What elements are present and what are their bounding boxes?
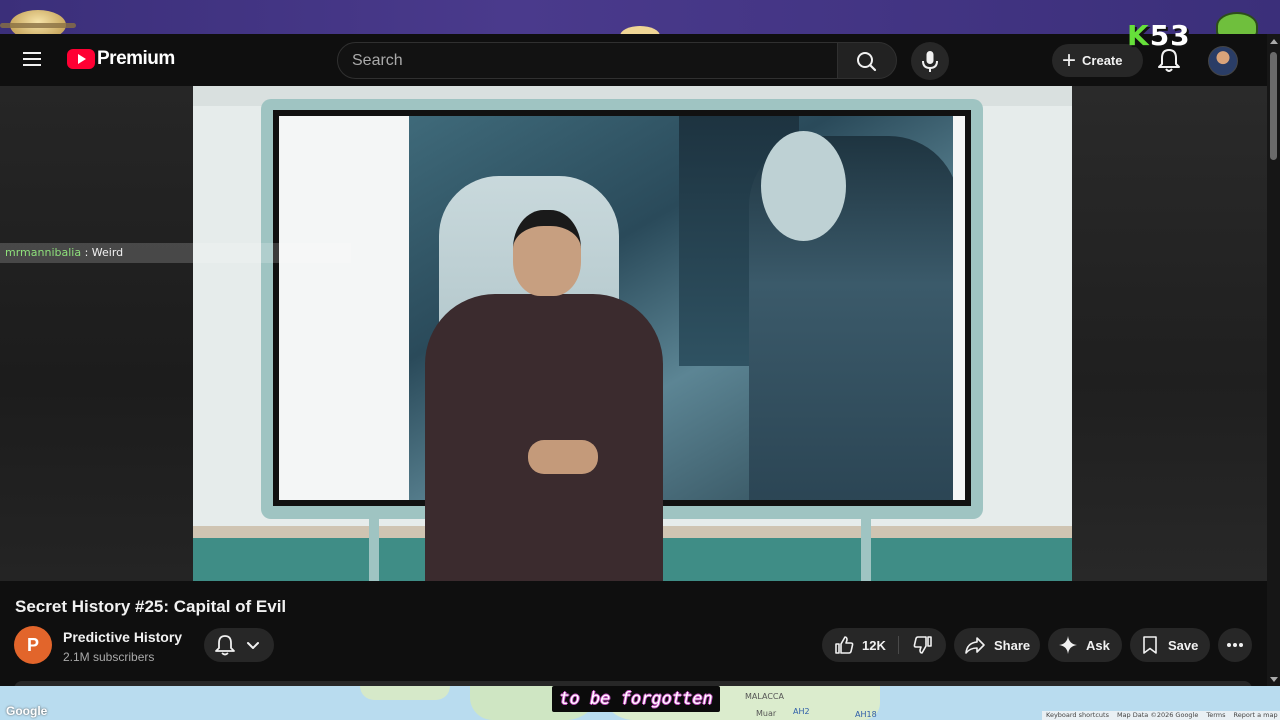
logo-text: Premium bbox=[97, 48, 175, 69]
app-root: Premium + Create bbox=[0, 0, 1280, 720]
more-actions-button[interactable] bbox=[1218, 628, 1252, 662]
chat-message: mrmannibalia : Weird bbox=[0, 243, 351, 263]
share-label: Share bbox=[994, 637, 1031, 653]
score-number: 53 bbox=[1149, 19, 1191, 52]
ask-label: Ask bbox=[1086, 637, 1110, 653]
thumbs-down-icon bbox=[913, 636, 932, 654]
stream-banner bbox=[0, 0, 1280, 46]
map-road-label: AH18 bbox=[855, 710, 877, 719]
map-road-label: AH2 bbox=[793, 707, 810, 716]
search-input[interactable] bbox=[352, 51, 822, 71]
subscription-bell-button[interactable] bbox=[204, 628, 274, 662]
ask-button[interactable]: Ask bbox=[1048, 628, 1122, 662]
save-label: Save bbox=[1168, 637, 1199, 653]
bookmark-icon bbox=[1143, 636, 1157, 654]
map-footer-link[interactable]: Keyboard shortcuts bbox=[1046, 711, 1109, 720]
search-button[interactable] bbox=[837, 42, 897, 79]
presenter bbox=[425, 208, 663, 581]
thumbs-up-icon bbox=[835, 636, 854, 654]
chat-separator: : bbox=[81, 246, 92, 259]
ambient-right bbox=[1072, 86, 1267, 581]
search-box bbox=[337, 42, 838, 79]
voice-search-button[interactable] bbox=[911, 42, 949, 80]
map-footer-link: Map Data ©2026 Google bbox=[1116, 711, 1199, 719]
map-footer: Keyboard shortcuts Map Data ©2026 Google… bbox=[1042, 711, 1280, 720]
map-label: Muar bbox=[756, 709, 777, 718]
more-icon bbox=[1227, 643, 1243, 647]
stream-caption: to be forgotten bbox=[552, 686, 720, 712]
map-label: MALACCA bbox=[745, 692, 784, 701]
google-logo: Google bbox=[6, 704, 48, 718]
like-dislike-group: 12K bbox=[822, 628, 946, 662]
subscriber-count: 2.1M subscribers bbox=[63, 650, 155, 664]
scroll-up-arrow[interactable] bbox=[1270, 39, 1278, 44]
youtube-logo[interactable]: Premium bbox=[67, 48, 175, 70]
save-button[interactable]: Save bbox=[1130, 628, 1210, 662]
plus-icon: + bbox=[1062, 46, 1077, 74]
share-button[interactable]: Share bbox=[954, 628, 1040, 662]
dislike-button[interactable] bbox=[899, 628, 946, 662]
share-icon bbox=[965, 637, 985, 654]
score-overlay: K53 bbox=[1127, 22, 1191, 50]
channel-avatar[interactable]: P bbox=[14, 626, 52, 664]
page-scrollbar[interactable] bbox=[1267, 34, 1280, 686]
sparkle-icon bbox=[1059, 636, 1077, 654]
account-avatar[interactable] bbox=[1208, 46, 1238, 76]
video-title: Secret History #25: Capital of Evil bbox=[15, 597, 287, 616]
video-player[interactable]: mrmannibalia : Weird bbox=[0, 86, 1267, 581]
chevron-down-icon bbox=[247, 642, 259, 649]
mic-icon bbox=[922, 51, 938, 72]
menu-icon[interactable] bbox=[20, 48, 46, 72]
channel-name[interactable]: Predictive History bbox=[63, 629, 182, 645]
ambient-left bbox=[0, 86, 193, 581]
create-label: Create bbox=[1082, 53, 1123, 68]
youtube-logo-icon bbox=[67, 49, 95, 69]
map-footer-link[interactable]: Report a map error bbox=[1234, 711, 1280, 720]
chat-text: Weird bbox=[91, 246, 124, 259]
search-icon bbox=[857, 52, 877, 72]
score-k: K bbox=[1127, 19, 1150, 52]
scroll-thumb[interactable] bbox=[1270, 52, 1277, 160]
like-count: 12K bbox=[862, 637, 886, 653]
like-button[interactable]: 12K bbox=[822, 628, 898, 662]
bell-icon bbox=[215, 635, 235, 656]
video-info: Secret History #25: Capital of Evil P Pr… bbox=[0, 581, 1267, 689]
video-frame[interactable] bbox=[193, 86, 1072, 581]
chat-username: mrmannibalia bbox=[5, 246, 82, 259]
map-footer-link[interactable]: Terms bbox=[1206, 711, 1225, 720]
scroll-down-arrow[interactable] bbox=[1270, 677, 1278, 682]
masthead: Premium + Create bbox=[0, 34, 1267, 86]
